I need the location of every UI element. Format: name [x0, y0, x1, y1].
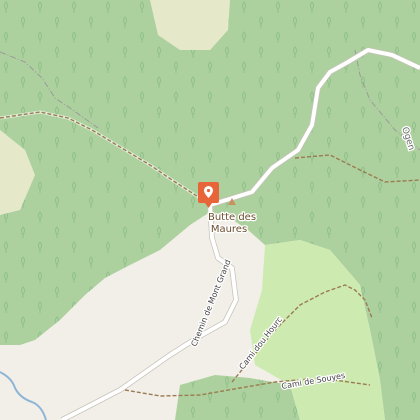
- map-view[interactable]: Chemin de Mont Grand Cami dou Hourc Cami…: [0, 0, 420, 420]
- peak-label-line1: Butte des: [208, 212, 256, 223]
- peak-label-line2: Maures: [211, 224, 247, 235]
- map-canvas[interactable]: Chemin de Mont Grand Cami dou Hourc Cami…: [0, 0, 420, 420]
